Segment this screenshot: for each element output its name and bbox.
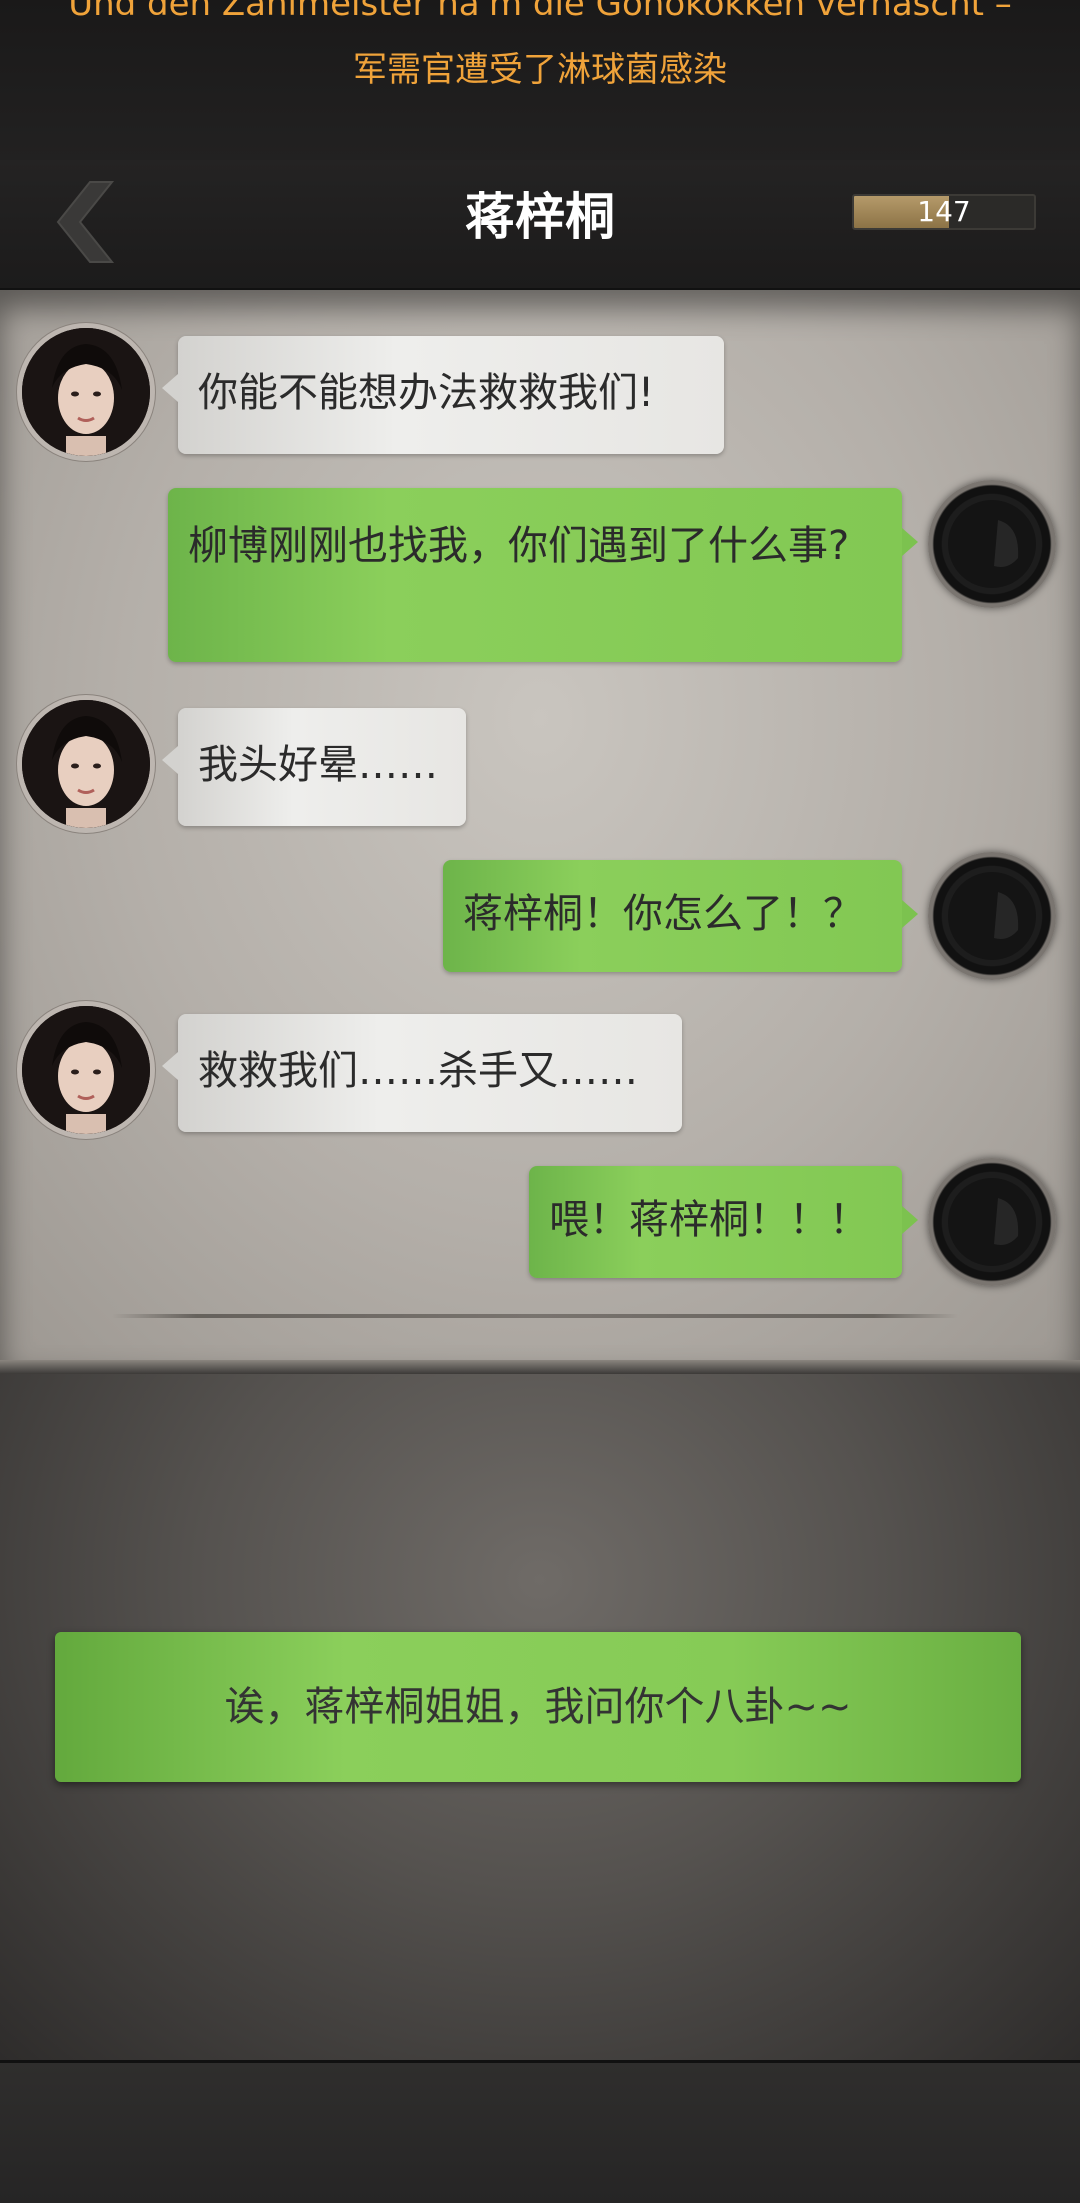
subtitle-chinese: 军需官遭受了淋球菌感染 <box>353 50 727 90</box>
contact-avatar[interactable] <box>22 328 150 456</box>
chat-panel-edge <box>0 1360 1080 1374</box>
player-silhouette-icon <box>948 1178 1036 1266</box>
energy-value: 147 <box>917 195 971 228</box>
message-bubble: 我头好晕…… <box>162 708 466 826</box>
message-bubble: 你能不能想办法救救我们! <box>162 336 724 454</box>
woman-portrait-icon <box>22 328 150 456</box>
reply-choice-button[interactable]: 诶，蒋梓桐姐姐，我问你个八卦~~ <box>55 1632 1021 1782</box>
bottom-bar <box>0 2060 1080 2203</box>
message-bubble: 救救我们……杀手又…… <box>162 1014 682 1132</box>
player-silhouette-icon <box>948 872 1036 960</box>
subtitle-banner: Und den Zahlmeister ha'm die Gonokokken … <box>0 0 1080 160</box>
energy-meter: 147 <box>852 194 1036 230</box>
chat-divider <box>112 1314 958 1318</box>
player-avatar[interactable] <box>928 480 1056 608</box>
contact-avatar[interactable] <box>22 700 150 828</box>
woman-portrait-icon <box>22 1006 150 1134</box>
player-silhouette-icon <box>948 500 1036 588</box>
message-bubble: 蒋梓桐！你怎么了！？ <box>443 860 918 972</box>
message-bubble: 柳博刚刚也找我，你们遇到了什么事? <box>168 488 918 662</box>
player-avatar[interactable] <box>928 1158 1056 1286</box>
message-bubble: 喂！蒋梓桐！！！ <box>529 1166 918 1278</box>
contact-avatar[interactable] <box>22 1006 150 1134</box>
subtitle-german: Und den Zahlmeister ha'm die Gonokokken … <box>68 0 1012 24</box>
player-avatar[interactable] <box>928 852 1056 980</box>
woman-portrait-icon <box>22 700 150 828</box>
chat-header: 蒋梓桐 147 <box>0 160 1080 290</box>
chat-area[interactable]: 你能不能想办法救救我们! 柳博刚刚也找我，你们遇到了什么事? 我头好晕…… 蒋梓… <box>0 290 1080 1360</box>
